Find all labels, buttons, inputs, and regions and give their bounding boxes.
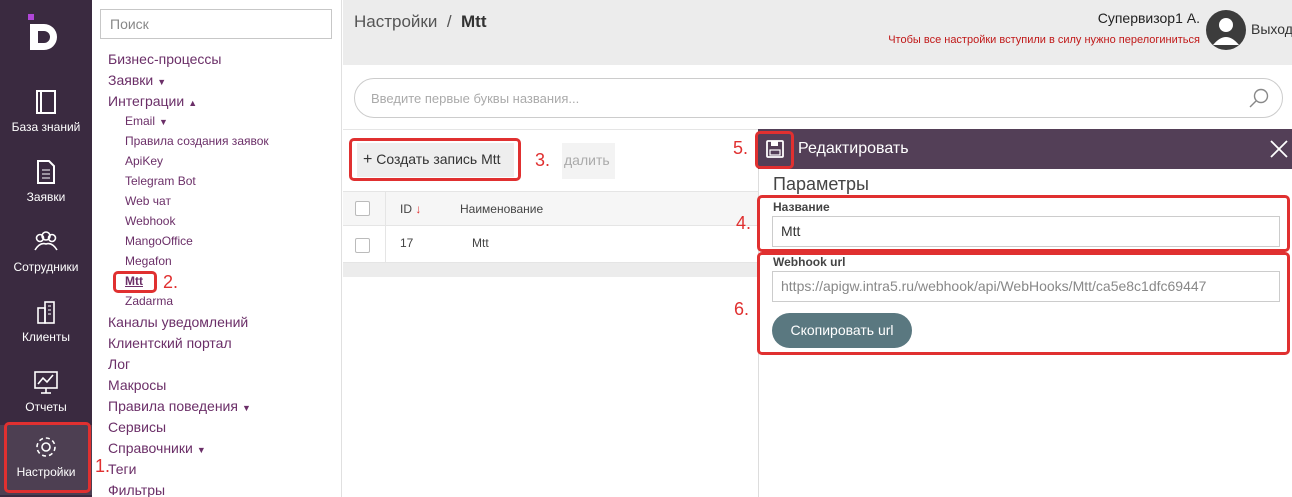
rail-item-label: Заявки [26,190,66,204]
tree-item[interactable]: Сервисы [108,419,166,435]
tree-item[interactable]: Клиентский портал [108,335,232,351]
tree-item[interactable]: Интеграции ▲ [108,93,197,109]
annotation-box-4 [757,195,1290,252]
rail-item-reports[interactable]: Отчеты [0,360,92,430]
tree-item[interactable]: Web чат [125,194,171,208]
annotation-box-1 [4,422,91,493]
tree-item[interactable]: ApiKey [125,154,163,168]
annotation-number-4: 4. [736,213,752,233]
buildings-icon [37,301,55,324]
column-header-name[interactable]: Наименование [460,202,543,216]
rail-item-tickets[interactable]: Заявки [0,150,92,220]
caret-down-icon: ▼ [196,445,206,455]
tree-search-input[interactable]: Поиск [100,9,332,39]
tree-item[interactable]: Telegram Bot [125,174,196,188]
rail-item-clients[interactable]: Клиенты [0,290,92,360]
rail-item-employees[interactable]: Сотрудники [0,220,92,290]
tree-item[interactable]: MangoOffice [125,234,193,248]
tree-item[interactable]: Каналы уведомлений [108,314,248,330]
annotation-number-6: 6. [734,299,750,319]
caret-down-icon: ▼ [159,117,168,127]
annotation-box-5 [755,131,794,169]
cell-name: Mtt [472,236,489,250]
tree-item[interactable]: Webhook [125,214,175,228]
logout-link[interactable]: Выход [1251,21,1292,37]
row-checkbox[interactable] [355,238,370,253]
avatar[interactable] [1206,10,1246,50]
tree-item[interactable]: Макросы [108,377,166,393]
settings-tree: Поиск Бизнес-процессы Заявки ▼ Интеграции… [92,0,342,497]
annotation-number-3: 3. [535,150,551,170]
table-header: ID ↓ Наименование [343,191,758,226]
table-row[interactable]: 17 Mtt [343,226,758,263]
annotation-box-2 [113,271,157,293]
caret-down-icon: ▼ [157,77,167,87]
delete-button[interactable]: далить [562,143,615,179]
annotation-number-5: 5. [733,138,749,158]
close-icon[interactable] [1268,138,1290,160]
select-all-checkbox[interactable] [355,201,370,216]
column-header-id[interactable]: ID ↓ [400,202,421,216]
rail-item-label: Отчеты [25,400,67,414]
column-divider [385,191,386,263]
tree-item[interactable]: Бизнес-процессы [108,51,221,67]
annotation-number-2: 2. [163,272,179,292]
edit-panel-title: Редактировать [798,140,909,157]
tree-item[interactable]: Zadarma [125,294,173,308]
caret-up-icon: ▲ [188,98,198,108]
app-logo-icon[interactable] [26,14,64,50]
chart-icon [34,371,58,394]
users-icon [34,231,58,251]
section-title: Параметры [773,174,869,194]
rail-item-knowledge-base[interactable]: База знаний [0,80,92,150]
annotation-box-3 [349,138,521,181]
document-icon [37,160,55,184]
grid-footer [343,263,758,277]
breadcrumb: Настройки / Mtt [354,12,486,32]
records-search-input[interactable]: Введите первые буквы названия... [354,78,1283,118]
rail-item-label: Клиенты [21,330,71,344]
tree-item[interactable]: Фильтры [108,482,165,497]
tree-item[interactable]: Megafon [125,254,172,268]
tree-item[interactable]: Правила создания заявок [125,134,269,148]
tree-item[interactable]: Теги [108,461,136,477]
cell-id: 17 [400,236,414,250]
annotation-box-6 [757,252,1290,355]
annotation-number-1: 1. [95,456,111,476]
breadcrumb-current: Mtt [461,12,487,31]
toolbar-divider [343,129,758,130]
tree-item[interactable]: Email ▼ [125,114,168,128]
sort-arrow-down-icon: ↓ [415,202,422,216]
edit-panel-header: Редактировать [758,129,1292,169]
tree-item[interactable]: Справочники ▼ [108,440,206,456]
breadcrumb-root[interactable]: Настройки [354,12,437,31]
rail-item-label: База знаний [11,120,81,134]
breadcrumb-separator: / [446,12,452,31]
caret-down-icon: ▼ [241,403,251,413]
relogin-notice: Чтобы все настройки вступили в силу нужн… [888,34,1200,46]
rail-item-label: Сотрудники [13,260,79,274]
page-header: Настройки / Mtt Супервизор1 А. Чтобы все… [343,0,1292,65]
search-placeholder: Введите первые буквы названия... [371,91,580,106]
book-icon [36,90,56,114]
user-avatar-icon [1213,18,1239,45]
tree-item[interactable]: Лог [108,356,130,372]
search-icon[interactable] [1248,87,1270,109]
tree-item[interactable]: Заявки ▼ [108,72,166,88]
tree-item[interactable]: Правила поведения ▼ [108,398,251,414]
user-name: Супервизор1 А. [1097,10,1200,26]
